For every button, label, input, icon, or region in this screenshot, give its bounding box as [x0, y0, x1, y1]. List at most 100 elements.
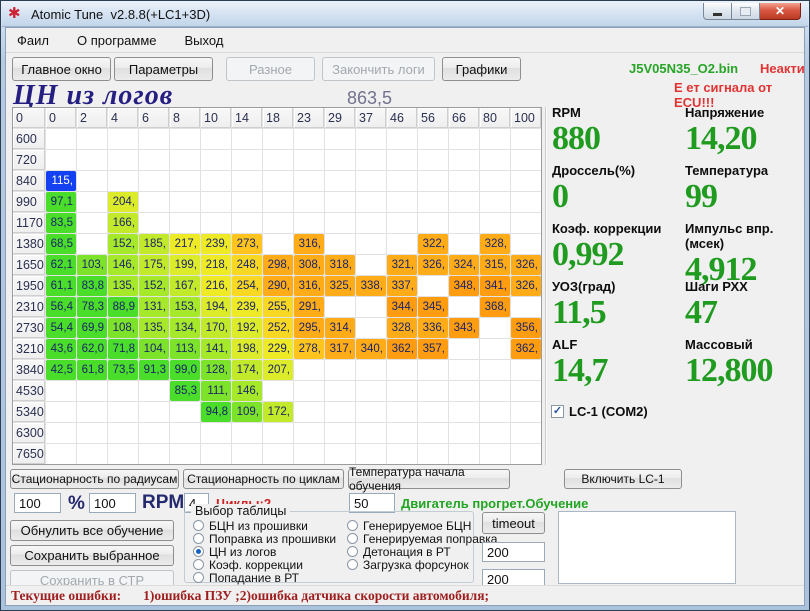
grid-cell[interactable]	[356, 444, 386, 464]
reset-learning-button[interactable]: Обнулить все обучение	[10, 520, 174, 541]
grid-cell[interactable]: 308,	[294, 255, 324, 275]
grid-cell[interactable]	[418, 402, 448, 422]
grid-cell[interactable]	[232, 213, 262, 233]
grid-cell[interactable]	[46, 423, 76, 443]
grid-cell[interactable]	[480, 171, 510, 191]
grid-cell[interactable]: 216,	[201, 276, 231, 296]
grid-cell[interactable]: 239,	[201, 234, 231, 254]
grid-cell[interactable]	[139, 192, 169, 212]
grid-cell[interactable]	[294, 171, 324, 191]
grid-cell[interactable]	[294, 213, 324, 233]
grid-cell[interactable]: 338,	[356, 276, 386, 296]
grid-cell[interactable]	[325, 213, 355, 233]
grid-cell[interactable]	[449, 213, 479, 233]
grid-cell[interactable]: 170,	[201, 318, 231, 338]
grid-cell[interactable]: 336,	[418, 318, 448, 338]
grid-cell[interactable]	[480, 360, 510, 380]
grid-cell[interactable]	[325, 129, 355, 149]
grid-cell[interactable]: 109,	[232, 402, 262, 422]
log-listbox[interactable]	[558, 511, 736, 584]
grid-cell[interactable]	[108, 402, 138, 422]
grid-cell[interactable]: 248,	[232, 255, 262, 275]
grid-cell[interactable]: 239,	[232, 297, 262, 317]
grid-cell[interactable]: 69,9	[77, 318, 107, 338]
grid-cell[interactable]	[294, 129, 324, 149]
grid-cell[interactable]	[356, 360, 386, 380]
grid-cell[interactable]	[201, 129, 231, 149]
grid-cell[interactable]	[418, 171, 448, 191]
grid-cell[interactable]	[201, 444, 231, 464]
grid-cell[interactable]	[325, 444, 355, 464]
grid-cell[interactable]	[418, 444, 448, 464]
grid-cell[interactable]: 113,	[170, 339, 200, 359]
grid-cell[interactable]: 204,	[108, 192, 138, 212]
learning-temperature-button[interactable]: Температура начала обучения	[348, 465, 510, 493]
rpm-input[interactable]	[89, 493, 136, 513]
title-bar[interactable]: ✱ Atomic Tune v2.8.8(+LC1+3D)	[2, 2, 808, 27]
grid-cell[interactable]: 326,	[418, 255, 448, 275]
grid-cell[interactable]	[232, 171, 262, 191]
grid-cell[interactable]	[263, 129, 293, 149]
grid-cell[interactable]	[294, 150, 324, 170]
grid-cell[interactable]: 362,	[387, 339, 417, 359]
grid-cell[interactable]	[263, 213, 293, 233]
grid-cell[interactable]	[139, 381, 169, 401]
grid-cell[interactable]	[356, 234, 386, 254]
grid-cell[interactable]: 341,	[480, 276, 510, 296]
grid-cell[interactable]	[77, 171, 107, 191]
grid-cell[interactable]	[77, 234, 107, 254]
grid-cell[interactable]	[325, 402, 355, 422]
table-select-radio[interactable]: Коэф. коррекции	[193, 558, 336, 572]
grid-cell[interactable]	[480, 129, 510, 149]
grid-cell[interactable]	[108, 171, 138, 191]
grid-cell[interactable]: 254,	[232, 276, 262, 296]
grid-cell[interactable]	[356, 150, 386, 170]
grid-cell[interactable]: 328,	[480, 234, 510, 254]
grid-cell[interactable]	[418, 213, 448, 233]
grid-cell[interactable]: 185,	[139, 234, 169, 254]
grid-cell[interactable]	[77, 150, 107, 170]
grid-cell[interactable]: 326,	[511, 276, 541, 296]
percent-input[interactable]	[14, 493, 61, 513]
grid-cell[interactable]: 61,1	[46, 276, 76, 296]
grid-cell[interactable]: 314,	[325, 318, 355, 338]
grid-cell[interactable]	[170, 213, 200, 233]
grid-cell[interactable]: 115,	[46, 171, 76, 191]
grid-cell[interactable]: 252,	[263, 318, 293, 338]
grid-cell[interactable]: 152,	[108, 234, 138, 254]
grid-cell[interactable]	[480, 423, 510, 443]
grid-cell[interactable]	[139, 150, 169, 170]
grid-cell[interactable]	[170, 150, 200, 170]
grid-cell[interactable]: 83,5	[46, 213, 76, 233]
grid-cell[interactable]	[480, 444, 510, 464]
grid-cell[interactable]	[480, 339, 510, 359]
grid-cell[interactable]: 322,	[418, 234, 448, 254]
grid-cell[interactable]	[511, 360, 541, 380]
minimize-button[interactable]	[703, 3, 732, 20]
grid-cell[interactable]	[294, 444, 324, 464]
grid-cell[interactable]: 73,5	[108, 360, 138, 380]
grid-cell[interactable]: 172,	[263, 402, 293, 422]
grid-cell[interactable]	[449, 192, 479, 212]
grid-cell[interactable]	[46, 150, 76, 170]
grid-cell[interactable]	[511, 234, 541, 254]
grid-cell[interactable]	[232, 129, 262, 149]
grid-cell[interactable]: 43,6	[46, 339, 76, 359]
grid-cell[interactable]	[46, 402, 76, 422]
timeout-button[interactable]: timeout	[482, 512, 545, 534]
lc1-checkbox[interactable]: ✓ LC-1 (COM2)	[551, 404, 648, 419]
grid-cell[interactable]: 56,4	[46, 297, 76, 317]
grid-cell[interactable]: 111,	[201, 381, 231, 401]
grid-cell[interactable]	[387, 234, 417, 254]
grid-cell[interactable]: 325,	[325, 276, 355, 296]
grid-cell[interactable]: 362,	[511, 339, 541, 359]
grid-cell[interactable]	[387, 444, 417, 464]
grid-cell[interactable]: 88,9	[108, 297, 138, 317]
grid-cell[interactable]	[418, 381, 448, 401]
grid-cell[interactable]: 318,	[325, 255, 355, 275]
grid-cell[interactable]	[170, 444, 200, 464]
grid-cell[interactable]: 135,	[108, 276, 138, 296]
grid-cell[interactable]	[232, 444, 262, 464]
toolbar-button[interactable]: Параметры	[114, 57, 213, 81]
grid-cell[interactable]: 68,5	[46, 234, 76, 254]
